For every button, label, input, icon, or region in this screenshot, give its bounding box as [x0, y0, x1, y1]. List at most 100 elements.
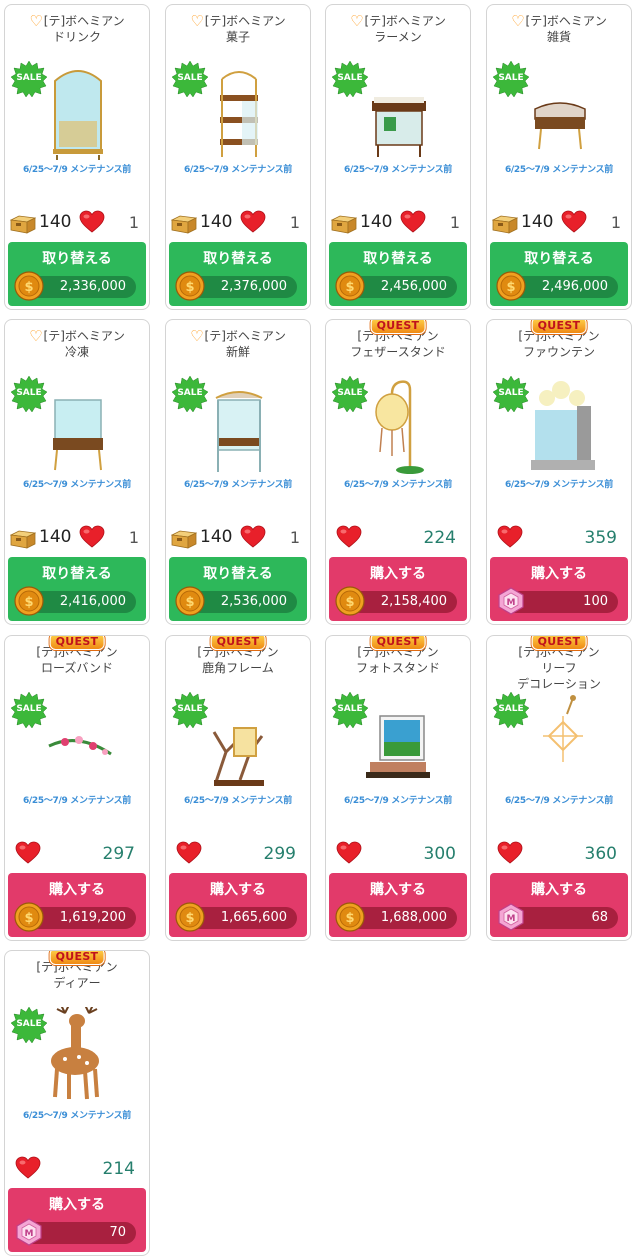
sale-label: SALE: [16, 704, 42, 714]
gem-icon: M: [14, 1217, 44, 1247]
item-title-text: [テ]ボヘミアン: [43, 329, 125, 343]
button-label: 購入する: [370, 566, 426, 582]
sale-label: SALE: [16, 1019, 42, 1029]
heart-count: 224: [423, 528, 456, 548]
svg-text:$: $: [345, 280, 354, 295]
price-value: 2,536,000: [220, 594, 287, 609]
item-image: [196, 376, 282, 476]
price-value: 2,158,400: [380, 594, 447, 609]
buy-button[interactable]: 購入する M 68: [490, 873, 628, 937]
exchange-button[interactable]: 取り替える $2,536,000: [169, 557, 307, 621]
item-title-text: [テ]ボヘミアン: [364, 14, 446, 28]
price-display: $2,158,400: [335, 586, 457, 616]
item-stats: 140 1: [5, 210, 149, 236]
item-card: [テ]ボヘミアン ディアー QUEST SALE 6/25〜7/9 メンテナンス前 214…: [4, 950, 150, 1256]
box-count: 140: [200, 527, 233, 547]
box-count: 140: [521, 212, 554, 232]
exchange-button[interactable]: 取り替える $2,456,000: [329, 242, 467, 306]
exchange-button[interactable]: 取り替える $2,416,000: [8, 557, 146, 621]
sale-label: SALE: [177, 73, 203, 83]
favorite-heart-icon: ♡: [190, 327, 204, 345]
svg-text:M: M: [25, 1229, 34, 1239]
buy-button[interactable]: 購入する $1,688,000: [329, 873, 467, 937]
heart-icon: [240, 525, 266, 549]
item-card: [テ]ボヘミアン ローズバンド QUEST SALE 6/25〜7/9 メンテナンス前 2…: [4, 635, 150, 941]
item-image: [356, 692, 442, 792]
sale-period: 6/25〜7/9 メンテナンス前: [504, 796, 614, 806]
sale-label: SALE: [498, 704, 524, 714]
exchange-button[interactable]: 取り替える $2,376,000: [169, 242, 307, 306]
price-display: $1,665,600: [175, 902, 297, 932]
box-icon: [9, 214, 37, 234]
sale-period: 6/25〜7/9 メンテナンス前: [343, 796, 453, 806]
heart-icon: [336, 841, 362, 865]
item-stats: 360: [487, 841, 631, 867]
button-label: 購入する: [531, 566, 587, 582]
heart-icon: [497, 525, 523, 549]
heart-icon: [15, 1156, 41, 1180]
sale-period: 6/25〜7/9 メンテナンス前: [22, 480, 132, 490]
heart-count: 297: [102, 844, 135, 864]
buy-button[interactable]: 購入する M 100: [490, 557, 628, 621]
item-title: ♡[テ]ボヘミアン 新鮮: [166, 328, 310, 360]
coin-icon: $: [496, 271, 526, 301]
sale-badge: SALE: [493, 61, 529, 97]
price-display: $2,496,000: [496, 271, 618, 301]
item-card: ♡[テ]ボヘミアン 新鮮 SALE 6/25〜7/9 メンテナンス前 140 1 取り替える…: [165, 319, 311, 625]
heart-icon: [79, 525, 105, 549]
item-title: ♡[テ]ボヘミアン 冷凍: [5, 328, 149, 360]
sale-label: SALE: [177, 388, 203, 398]
sale-badge: SALE: [493, 376, 529, 412]
sale-period: 6/25〜7/9 メンテナンス前: [504, 165, 614, 175]
svg-text:$: $: [24, 911, 33, 926]
item-title-line1: ♡[テ]ボヘミアン: [166, 13, 310, 29]
coin-icon: $: [175, 271, 205, 301]
item-title-line1: ♡[テ]ボヘミアン: [5, 328, 149, 344]
buy-button[interactable]: 購入する $2,158,400: [329, 557, 467, 621]
item-title-line2: 雑貨: [546, 30, 571, 44]
item-title: ♡[テ]ボヘミアン 雑貨: [487, 13, 631, 45]
box-icon: [9, 529, 37, 549]
item-title-line2: フォトスタンド: [355, 661, 440, 675]
item-title-text: [テ]ボヘミアン: [525, 14, 607, 28]
box-count: 140: [39, 212, 72, 232]
price-display: $2,456,000: [335, 271, 457, 301]
item-stats: 299: [166, 841, 310, 867]
coin-icon: $: [335, 902, 365, 932]
heart-icon: [336, 525, 362, 549]
box-count: 140: [200, 212, 233, 232]
box-icon: [491, 214, 519, 234]
buy-button[interactable]: 購入する $1,665,600: [169, 873, 307, 937]
item-stats: 297: [5, 841, 149, 867]
heart-icon: [240, 210, 266, 234]
item-title-line2: リーフ: [541, 661, 577, 675]
item-card: [テ]ボヘミアン リーフ デコレーション QUEST SALE 6/25〜7/9 メンテナ…: [486, 635, 632, 941]
quest-badge: QUEST: [531, 320, 587, 334]
item-title-line2: ローズバンド: [40, 661, 113, 675]
price-display: $2,336,000: [14, 271, 136, 301]
svg-text:$: $: [185, 911, 194, 926]
coin-icon: $: [175, 902, 205, 932]
favorite-heart-icon: ♡: [29, 12, 43, 30]
item-card: ♡[テ]ボヘミアン 菓子 SALE 6/25〜7/9 メンテナンス前 140 1 取り替える…: [165, 4, 311, 310]
exchange-button[interactable]: 取り替える $2,336,000: [8, 242, 146, 306]
heart-icon: [497, 841, 523, 865]
item-grid: ♡[テ]ボヘミアン ドリンク SALE 6/25〜7/9 メンテナンス前 140 1 取り替…: [0, 0, 637, 1260]
price-value: 1,688,000: [380, 910, 447, 925]
sale-badge: SALE: [493, 692, 529, 728]
item-stats: 224: [326, 525, 470, 551]
sale-badge: SALE: [11, 376, 47, 412]
box-count: 140: [360, 212, 393, 232]
exchange-button[interactable]: 取り替える $2,496,000: [490, 242, 628, 306]
quest-badge: QUEST: [49, 636, 105, 650]
sale-label: SALE: [16, 388, 42, 398]
sale-label: SALE: [498, 73, 524, 83]
sale-period: 6/25〜7/9 メンテナンス前: [183, 165, 293, 175]
price-display: $2,376,000: [175, 271, 297, 301]
buy-button[interactable]: 購入する $1,619,200: [8, 873, 146, 937]
item-card: ♡[テ]ボヘミアン ドリンク SALE 6/25〜7/9 メンテナンス前 140 1 取り替…: [4, 4, 150, 310]
buy-button[interactable]: 購入する M 70: [8, 1188, 146, 1252]
price-value: 68: [591, 910, 608, 925]
item-title-line2: 新鮮: [225, 345, 250, 359]
favorite-heart-icon: ♡: [29, 327, 43, 345]
